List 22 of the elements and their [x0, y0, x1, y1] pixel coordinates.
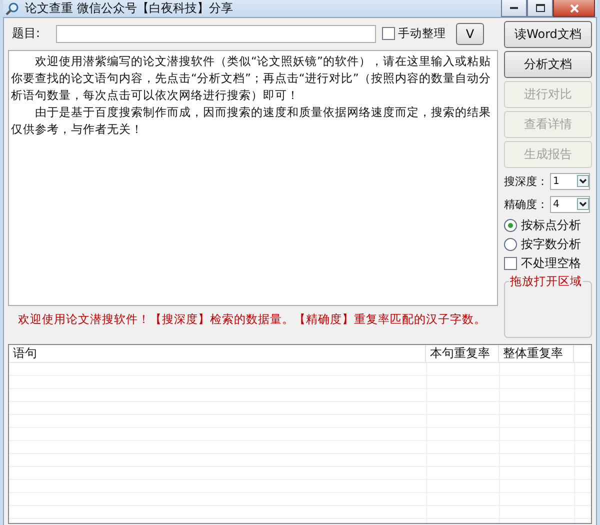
paragraph: 由于是基于百度搜索制作而成，因而搜索的速度和质量依据网络速度而定，搜索的结果仅供参考，与作者无关！ — [11, 104, 492, 138]
ignore-spaces-label: 不处理空格 — [521, 254, 581, 272]
paragraph: 欢迎使用潜紫编写的论文潜搜软件（类似“论文照妖镜”的软件），请在这里输入或粘贴你要查找的论文语句内容，先点击“分析文档”；再点击“进行对比”（按照内容的数量自动分析语句数量，每次点击可以依次网络进行搜索）即可！ — [11, 53, 492, 104]
select-field[interactable]: 4 — [550, 196, 590, 212]
action-button[interactable]: 读Word文档 — [504, 21, 592, 48]
column-header[interactable]: 语句 — [9, 345, 426, 362]
select-label: 精确度： — [504, 196, 548, 212]
text-area[interactable]: 欢迎使用潜紫编写的论文潜搜软件（类似“论文照妖镜”的软件），请在这里输入或粘贴你要查找的论文语句内容，先点击“分析文档”；再点击“进行对比”（按照内容的数量自动分析语句数量，每次点击可以依次网络进行搜索）即可！ 由于是基于百度搜索制作而成，因而搜索的速度和质量依据网络速度而定，搜索的结果仅供参考，与作者无关！ — [8, 50, 498, 306]
topic-label: 题目: — [11, 25, 42, 42]
window-title: 论文查重 微信公众号【白夜科技】分享 — [25, 0, 234, 17]
toggle-button[interactable]: V — [456, 22, 484, 44]
column-header[interactable]: 本句重复率 — [426, 345, 499, 362]
drop-area-title: 拖放打开区域 — [509, 274, 583, 289]
drop-area[interactable]: 拖放打开区域 — [504, 274, 592, 338]
select-field[interactable]: 1 — [550, 172, 590, 190]
column-header[interactable]: 整体重复率 — [499, 345, 574, 362]
radio-label: 按标点分析 — [521, 216, 581, 234]
manual-sort-label: 手动整理 — [398, 26, 446, 41]
hint-text: 欢迎使用论文潜搜软件！【搜深度】检索的数据量。【精确度】重复率匹配的汉子字数。 — [17, 311, 487, 327]
radio-label: 按字数分析 — [521, 236, 581, 252]
action-button[interactable]: 分析文档 — [504, 51, 592, 78]
select-label: 搜深度： — [504, 174, 548, 188]
